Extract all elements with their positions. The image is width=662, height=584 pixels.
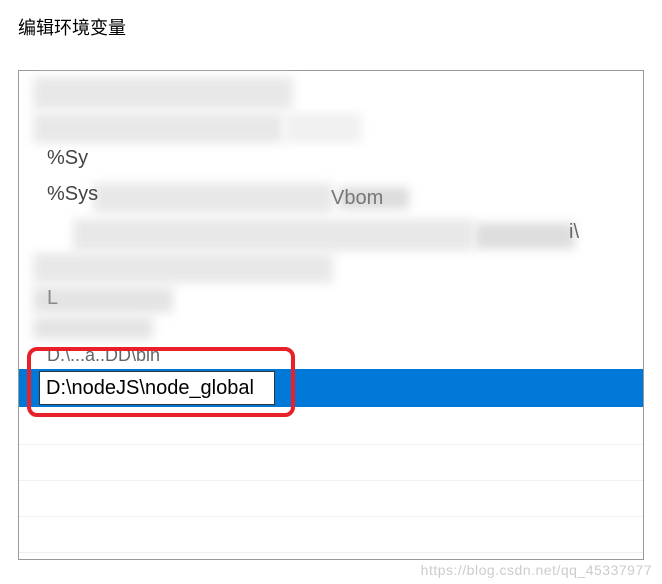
blurred-region bbox=[73, 219, 473, 251]
path-list[interactable]: %Sy %Sys Vbom i\ L D.\...a..DD\bin bbox=[18, 70, 644, 560]
list-item-empty[interactable] bbox=[19, 481, 643, 517]
path-edit-input[interactable] bbox=[39, 371, 275, 405]
blurred-region bbox=[33, 113, 283, 143]
blurred-region bbox=[285, 113, 361, 143]
empty-rows bbox=[19, 409, 643, 553]
blurred-region bbox=[33, 317, 153, 339]
blurred-region bbox=[33, 253, 333, 283]
blurred-region bbox=[339, 187, 409, 209]
list-item-empty[interactable] bbox=[19, 445, 643, 481]
blurred-region bbox=[33, 287, 173, 313]
blurred-region bbox=[93, 183, 333, 213]
watermark-text: https://blog.csdn.net/qq_45337977 bbox=[421, 562, 652, 578]
list-item-empty[interactable] bbox=[19, 517, 643, 553]
list-item-partial: D.\...a..DD\bin bbox=[47, 345, 160, 366]
list-item-partial: %Sy bbox=[47, 147, 88, 170]
blurred-region bbox=[475, 223, 575, 249]
list-item-partial: %Sys bbox=[47, 183, 98, 206]
list-item-empty[interactable] bbox=[19, 409, 643, 445]
dialog-title: 编辑环境变量 bbox=[0, 0, 662, 50]
blurred-region bbox=[33, 77, 293, 109]
